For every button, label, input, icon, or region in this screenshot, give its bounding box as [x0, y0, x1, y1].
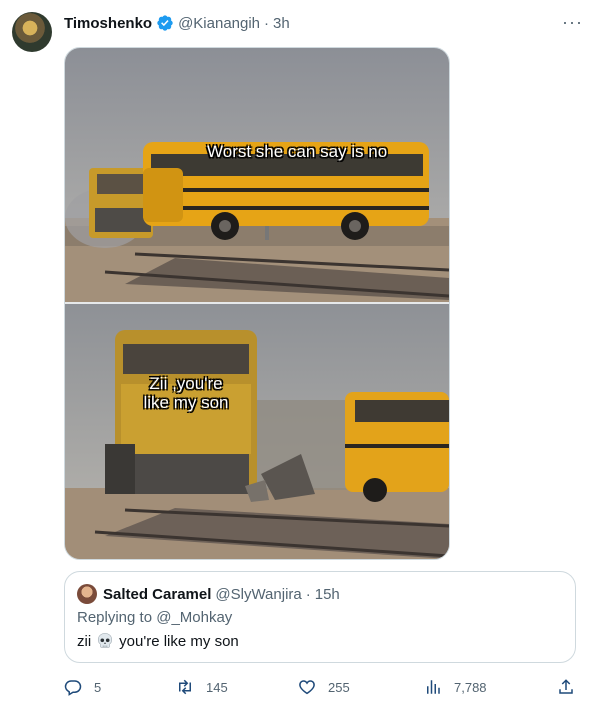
analytics-icon	[427, 680, 440, 694]
quoted-text-end: you're like my son	[119, 632, 239, 650]
skull-emoji-icon	[96, 632, 114, 650]
quoted-tweet-text: zii you're like my son	[77, 632, 563, 650]
author-name[interactable]: Timoshenko	[64, 15, 152, 32]
separator-dot: ·	[264, 14, 270, 32]
quoted-tweet[interactable]: Salted Caramel @SlyWanjira · 15h Replyin…	[64, 571, 576, 663]
separator-dot: ·	[305, 585, 311, 603]
tweet-media[interactable]: Worst she can say is no Zii ,you're like…	[64, 47, 450, 560]
train-approaching-bus-image	[65, 48, 449, 302]
quoted-author-avatar[interactable]	[77, 584, 97, 604]
replying-to-text: Replying to @_Mohkay	[77, 609, 233, 626]
views-button[interactable]: 7,788	[424, 678, 487, 696]
quoted-tweet-header: Salted Caramel @SlyWanjira · 15h	[77, 584, 563, 604]
quoted-author-handle[interactable]: @SlyWanjira	[215, 586, 301, 603]
like-count: 255	[328, 679, 350, 695]
quoted-text-start: zii	[77, 632, 92, 650]
author-handle[interactable]: @Kianangih	[178, 15, 260, 32]
retweet-count: 145	[206, 679, 228, 695]
tweet-actions-bar: 5 145 255 7,788	[64, 678, 576, 698]
quoted-timestamp[interactable]: 15h	[315, 586, 340, 603]
top-meme-caption: Worst she can say is no	[207, 142, 388, 161]
verified-badge-icon	[156, 14, 174, 32]
bottom-meme-caption: Zii ,you're like my son	[143, 374, 229, 412]
tweet-header: Timoshenko @Kianangih · 3h	[64, 13, 585, 33]
tweet-timestamp[interactable]: 3h	[273, 15, 290, 32]
retweet-icon	[179, 679, 191, 695]
heart-icon	[299, 680, 315, 695]
like-button[interactable]: 255	[298, 678, 350, 696]
quoted-author-name[interactable]: Salted Caramel	[103, 586, 211, 603]
reply-icon	[64, 680, 82, 696]
meme-panel-bottom: Zii ,you're like my son	[65, 304, 449, 559]
reply-button[interactable]: 5	[64, 678, 101, 696]
share-icon	[559, 679, 573, 694]
more-options-icon[interactable]: ···	[562, 12, 583, 33]
reply-count: 5	[94, 679, 102, 695]
train-hitting-bus-image	[65, 304, 449, 559]
view-count: 7,788	[454, 679, 487, 695]
author-avatar[interactable]	[12, 12, 52, 52]
share-button[interactable]	[557, 678, 587, 696]
retweet-button[interactable]: 145	[176, 678, 228, 696]
meme-panel-top: Worst she can say is no	[65, 48, 449, 302]
